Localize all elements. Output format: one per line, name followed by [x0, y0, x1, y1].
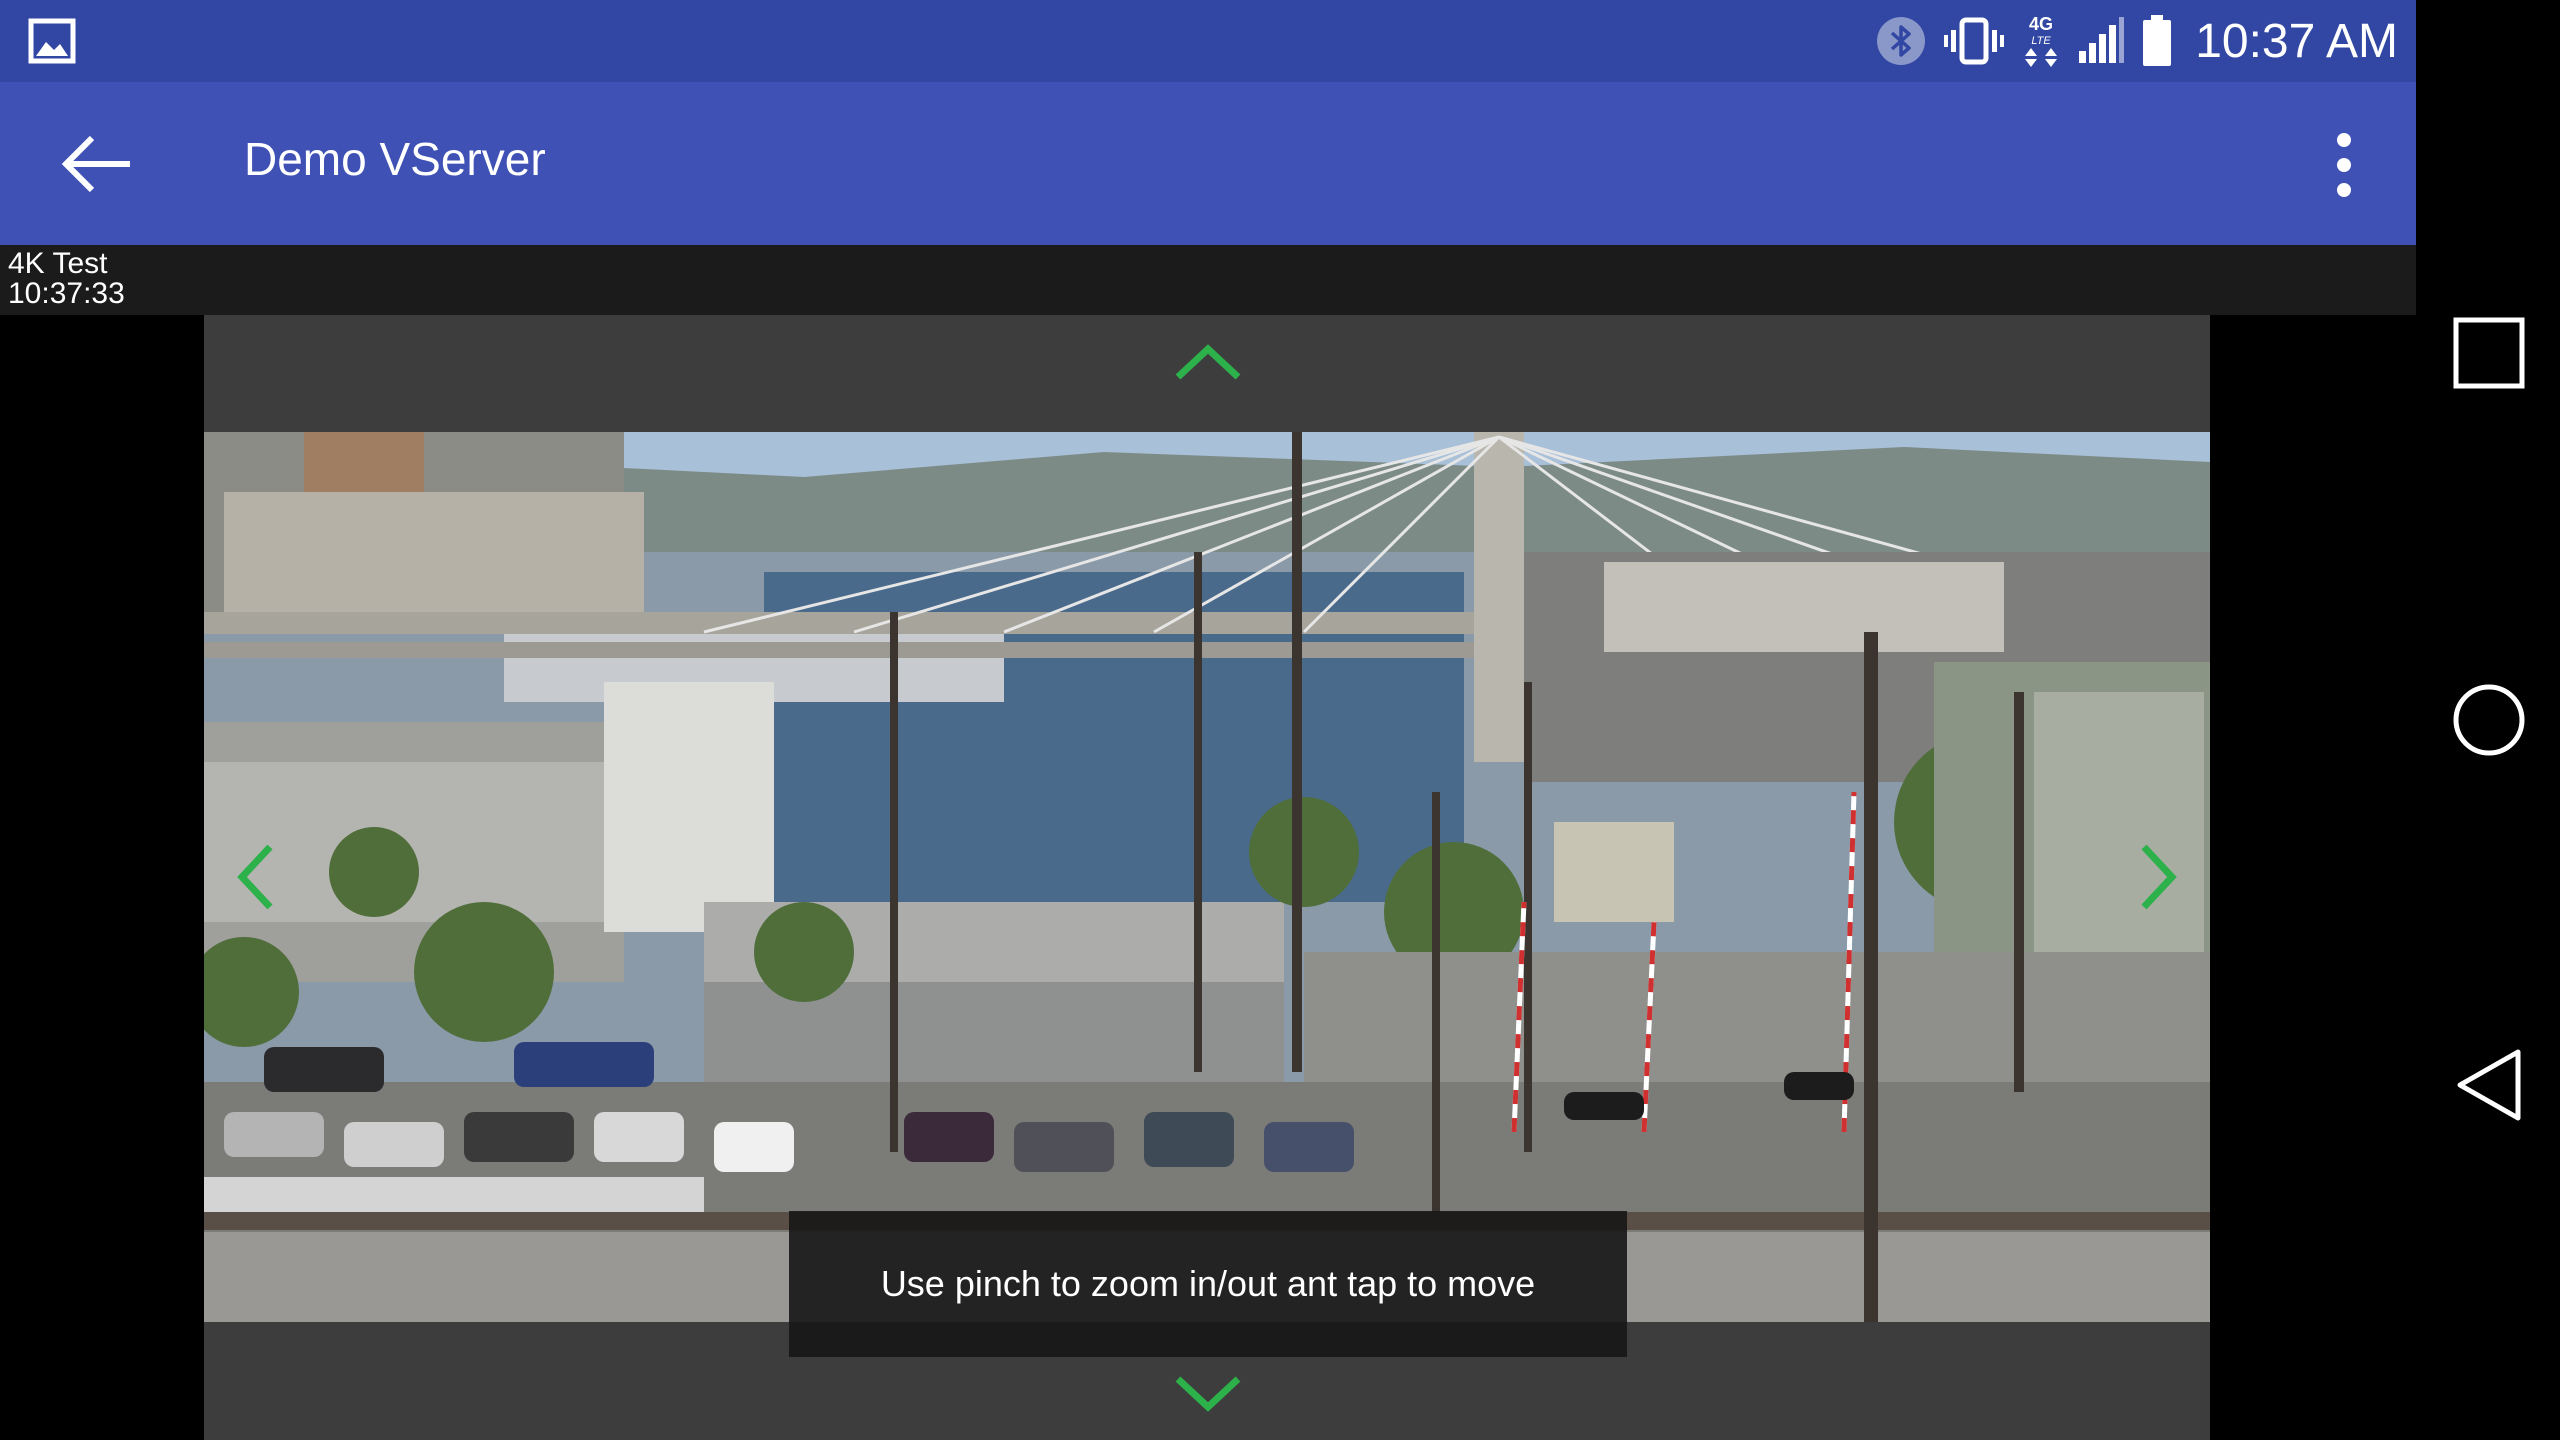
- camera-info-strip: 4K Test 10:37:33: [0, 245, 2416, 315]
- chevron-left-icon[interactable]: [232, 841, 278, 913]
- camera-timestamp: 10:37:33: [8, 277, 125, 310]
- system-nav-bar: [2416, 0, 2560, 1440]
- image-notification-icon: [28, 18, 76, 64]
- video-frame-image: [204, 432, 2210, 1322]
- network-sub-label: LTE: [2032, 35, 2052, 47]
- toolbar-title: Demo VServer: [244, 133, 546, 185]
- recents-square-icon[interactable]: [2452, 316, 2526, 390]
- status-time: 10:37 AM: [2195, 14, 2398, 68]
- video-stream[interactable]: [204, 432, 2210, 1322]
- chevron-right-icon[interactable]: [2136, 841, 2182, 913]
- toast-text: Use pinch to zoom in/out ant tap to move: [880, 1263, 1536, 1304]
- toast-message: Use pinch to zoom in/out ant tap to move: [789, 1211, 1627, 1357]
- back-triangle-icon[interactable]: [2452, 1048, 2526, 1122]
- battery-icon: [2143, 15, 2172, 66]
- vibrate-icon: [1944, 17, 2005, 65]
- home-circle-icon[interactable]: [2452, 683, 2526, 757]
- app-toolbar: Demo VServer: [0, 82, 2416, 245]
- bluetooth-icon: [1877, 17, 1926, 65]
- chevron-up-icon[interactable]: [1172, 339, 1244, 383]
- signal-icon: [2079, 17, 2125, 63]
- more-vert-icon[interactable]: [2332, 132, 2356, 198]
- status-icons: 4G LTE 10:37 AM: [1875, 0, 2398, 82]
- back-arrow-icon[interactable]: [58, 134, 134, 194]
- lte-data-icon: 4G LTE: [2025, 14, 2058, 67]
- status-bar: 4G LTE 10:37 AM: [0, 0, 2416, 82]
- camera-name: 4K Test: [8, 247, 108, 280]
- network-label: 4G: [2029, 14, 2053, 34]
- chevron-down-icon[interactable]: [1172, 1373, 1244, 1417]
